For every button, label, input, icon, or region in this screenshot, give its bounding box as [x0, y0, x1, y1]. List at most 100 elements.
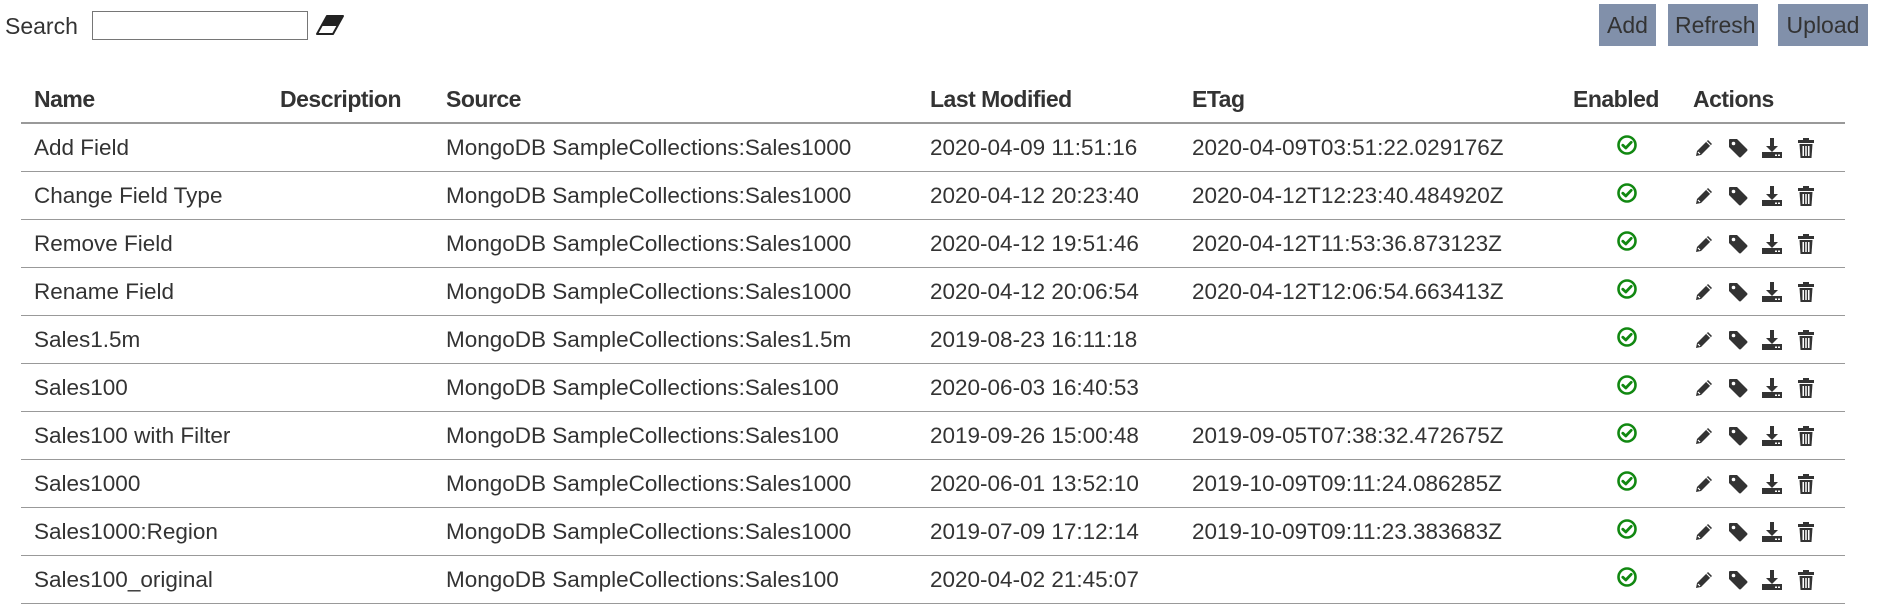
trash-icon[interactable]	[1795, 425, 1817, 447]
trash-icon[interactable]	[1795, 281, 1817, 303]
cell-source: MongoDB SampleCollections:Sales1.5m	[433, 315, 917, 364]
cell-name: Add Field	[21, 123, 267, 172]
cell-last-modified: 2020-04-02 21:45:07	[917, 555, 1179, 604]
cell-description	[267, 123, 433, 172]
cell-description	[267, 171, 433, 220]
cell-name: Remove Field	[21, 219, 267, 268]
table-row[interactable]: Add Field MongoDB SampleCollections:Sale…	[21, 123, 1845, 172]
check-circle-icon	[1616, 278, 1638, 300]
tag-icon[interactable]	[1727, 233, 1749, 255]
trash-icon[interactable]	[1795, 473, 1817, 495]
cell-description	[267, 459, 433, 508]
pencil-icon[interactable]	[1693, 137, 1715, 159]
cell-enabled	[1560, 555, 1680, 604]
pencil-icon[interactable]	[1693, 377, 1715, 399]
trash-icon[interactable]	[1795, 329, 1817, 351]
cell-name: Sales100 with Filter	[21, 411, 267, 460]
download-icon[interactable]	[1761, 425, 1783, 447]
cell-description	[267, 315, 433, 364]
column-header-description[interactable]: Description	[267, 76, 433, 124]
search-label: Search	[5, 13, 78, 39]
table-row[interactable]: Sales1000:Region MongoDB SampleCollectio…	[21, 507, 1845, 556]
pencil-icon[interactable]	[1693, 281, 1715, 303]
column-header-last-modified[interactable]: Last Modified	[917, 76, 1179, 124]
tag-icon[interactable]	[1727, 425, 1749, 447]
trash-icon[interactable]	[1795, 521, 1817, 543]
tag-icon[interactable]	[1727, 329, 1749, 351]
pencil-icon[interactable]	[1693, 569, 1715, 591]
table-body: Add Field MongoDB SampleCollections:Sale…	[21, 123, 1845, 604]
cell-enabled	[1560, 171, 1680, 220]
cell-etag	[1179, 315, 1560, 364]
trash-icon[interactable]	[1795, 569, 1817, 591]
download-icon[interactable]	[1761, 137, 1783, 159]
add-button[interactable]: Add	[1599, 4, 1656, 46]
download-icon[interactable]	[1761, 377, 1783, 399]
pencil-icon[interactable]	[1693, 425, 1715, 447]
table-header-row: Name Description Source Last Modified ET…	[21, 76, 1845, 124]
table-row[interactable]: Sales100 MongoDB SampleCollections:Sales…	[21, 363, 1845, 412]
cell-etag: 2020-04-12T12:06:54.663413Z	[1179, 267, 1560, 316]
cell-name: Rename Field	[21, 267, 267, 316]
cell-actions	[1680, 507, 1845, 556]
pencil-icon[interactable]	[1693, 473, 1715, 495]
pencil-icon[interactable]	[1693, 521, 1715, 543]
tag-icon[interactable]	[1727, 377, 1749, 399]
download-icon[interactable]	[1761, 569, 1783, 591]
cell-last-modified: 2019-07-09 17:12:14	[917, 507, 1179, 556]
cell-source: MongoDB SampleCollections:Sales100	[433, 411, 917, 460]
column-header-name[interactable]: Name	[21, 76, 267, 124]
table-row[interactable]: Sales100_original MongoDB SampleCollecti…	[21, 555, 1845, 604]
download-icon[interactable]	[1761, 329, 1783, 351]
tag-icon[interactable]	[1727, 569, 1749, 591]
pencil-icon[interactable]	[1693, 185, 1715, 207]
cell-last-modified: 2020-06-03 16:40:53	[917, 363, 1179, 412]
table-row[interactable]: Change Field Type MongoDB SampleCollecti…	[21, 171, 1845, 220]
trash-icon[interactable]	[1795, 233, 1817, 255]
cell-description	[267, 555, 433, 604]
column-header-source[interactable]: Source	[433, 76, 917, 124]
check-circle-icon	[1616, 134, 1638, 156]
check-circle-icon	[1616, 182, 1638, 204]
table-row[interactable]: Rename Field MongoDB SampleCollections:S…	[21, 267, 1845, 316]
table-row[interactable]: Sales1000 MongoDB SampleCollections:Sale…	[21, 459, 1845, 508]
download-icon[interactable]	[1761, 233, 1783, 255]
column-header-enabled[interactable]: Enabled	[1560, 76, 1680, 124]
download-icon[interactable]	[1761, 473, 1783, 495]
download-icon[interactable]	[1761, 521, 1783, 543]
check-circle-icon	[1616, 518, 1638, 540]
cell-actions	[1680, 171, 1845, 220]
cell-enabled	[1560, 363, 1680, 412]
table-row[interactable]: Remove Field MongoDB SampleCollections:S…	[21, 219, 1845, 268]
trash-icon[interactable]	[1795, 377, 1817, 399]
cell-name: Sales1000	[21, 459, 267, 508]
upload-button[interactable]: Upload	[1778, 4, 1868, 46]
cell-last-modified: 2019-09-26 15:00:48	[917, 411, 1179, 460]
cell-enabled	[1560, 411, 1680, 460]
cell-description	[267, 219, 433, 268]
cell-source: MongoDB SampleCollections:Sales1000	[433, 123, 917, 172]
check-circle-icon	[1616, 470, 1638, 492]
cell-source: MongoDB SampleCollections:Sales100	[433, 555, 917, 604]
download-icon[interactable]	[1761, 281, 1783, 303]
tag-icon[interactable]	[1727, 137, 1749, 159]
cell-description	[267, 411, 433, 460]
tag-icon[interactable]	[1727, 473, 1749, 495]
table-row[interactable]: Sales1.5m MongoDB SampleCollections:Sale…	[21, 315, 1845, 364]
tag-icon[interactable]	[1727, 521, 1749, 543]
cell-etag: 2020-04-09T03:51:22.029176Z	[1179, 123, 1560, 172]
trash-icon[interactable]	[1795, 185, 1817, 207]
tag-icon[interactable]	[1727, 185, 1749, 207]
table-row[interactable]: Sales100 with Filter MongoDB SampleColle…	[21, 411, 1845, 460]
download-icon[interactable]	[1761, 185, 1783, 207]
clear-search-button[interactable]	[315, 14, 345, 38]
pencil-icon[interactable]	[1693, 233, 1715, 255]
pencil-icon[interactable]	[1693, 329, 1715, 351]
column-header-etag[interactable]: ETag	[1179, 76, 1560, 124]
trash-icon[interactable]	[1795, 137, 1817, 159]
cell-enabled	[1560, 459, 1680, 508]
refresh-button[interactable]: Refresh	[1668, 4, 1758, 46]
search-input[interactable]	[92, 11, 308, 40]
tag-icon[interactable]	[1727, 281, 1749, 303]
toolbar: Search Add Refresh Upload	[0, 0, 1878, 52]
